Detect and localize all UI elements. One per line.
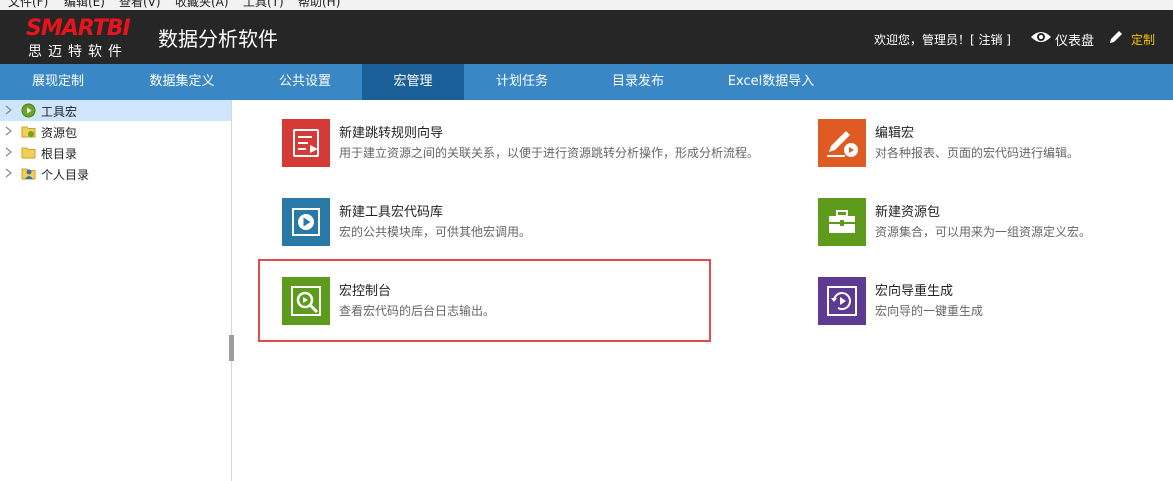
- card-description: 资源集合，可以用来为一组资源定义宏。: [875, 225, 1092, 239]
- tab-catalog-publish[interactable]: 目录发布: [580, 64, 696, 100]
- tab-display-custom[interactable]: 展现定制: [0, 64, 116, 100]
- jump-rule-icon: [282, 119, 330, 167]
- menu-file[interactable]: 文件(F): [8, 0, 48, 10]
- menu-view[interactable]: 查看(V): [119, 0, 161, 10]
- tab-dataset-definition[interactable]: 数据集定义: [116, 64, 248, 100]
- expand-arrow-icon[interactable]: [5, 126, 13, 136]
- card-description: 宏向导的一键重生成: [875, 304, 984, 318]
- tree-label: 工具宏: [41, 105, 78, 119]
- tree-item-resource-pack[interactable]: 资源包: [0, 121, 231, 142]
- dashboard-link[interactable]: 仪表盘: [1055, 30, 1094, 49]
- tree-item-personal-folder[interactable]: 个人目录: [0, 163, 231, 184]
- expand-arrow-icon[interactable]: [5, 105, 13, 115]
- card-description: 对各种报表、页面的宏代码进行编辑。: [875, 146, 1080, 160]
- tab-scheduled-tasks[interactable]: 计划任务: [464, 64, 580, 100]
- card-new-jump-rule[interactable]: 新建跳转规则向导 用于建立资源之间的关联关系，以便于进行资源跳转分析操作，形成分…: [282, 119, 782, 179]
- toolbox-icon: [818, 198, 866, 246]
- resource-tree: 工具宏 资源包 根目录 个人目录: [0, 100, 232, 481]
- card-title: 新建资源包: [875, 205, 941, 220]
- app-title: 数据分析软件: [158, 27, 278, 51]
- menu-edit[interactable]: 编辑(E): [64, 0, 105, 10]
- menu-help[interactable]: 帮助(H): [298, 0, 340, 10]
- menu-favorites[interactable]: 收藏夹(A): [175, 0, 229, 10]
- tree-label: 个人目录: [41, 168, 90, 182]
- browser-menubar: 文件(F) 编辑(E) 查看(V) 收藏夹(A) 工具(T) 帮助(H): [0, 0, 1173, 10]
- card-edit-macro[interactable]: 编辑宏 对各种报表、页面的宏代码进行编辑。: [818, 119, 1138, 179]
- welcome-logout[interactable]: 欢迎您，管理员！[ 注销 ]: [874, 31, 1011, 48]
- card-title: 编辑宏: [875, 126, 915, 141]
- card-new-resource-pack[interactable]: 新建资源包 资源集合，可以用来为一组资源定义宏。: [818, 198, 1138, 258]
- regenerate-icon: [818, 277, 866, 325]
- pencil-icon[interactable]: [1108, 29, 1124, 45]
- main-nav: 展现定制 数据集定义 公共设置 宏管理 计划任务 目录发布 Excel数据导入: [0, 64, 1173, 100]
- expand-arrow-icon[interactable]: [5, 168, 13, 178]
- logo-text: SMARTBI: [26, 16, 131, 41]
- tab-public-settings[interactable]: 公共设置: [248, 64, 362, 100]
- sidebar-splitter[interactable]: [229, 335, 234, 361]
- personal-folder-icon: [21, 168, 36, 180]
- tree-item-root-folder[interactable]: 根目录: [0, 142, 231, 163]
- card-regenerate-macro-wizard[interactable]: 宏向导重生成 宏向导的一键重生成: [818, 277, 1138, 337]
- card-new-macro-library[interactable]: 新建工具宏代码库 宏的公共模块库，可供其他宏调用。: [282, 198, 682, 258]
- highlight-box: [258, 259, 711, 342]
- card-title: 新建跳转规则向导: [339, 126, 444, 141]
- card-description: 用于建立资源之间的关联关系，以便于进行资源跳转分析操作，形成分析流程。: [339, 146, 760, 160]
- macro-library-icon: [282, 198, 330, 246]
- expand-arrow-icon[interactable]: [5, 147, 13, 157]
- tree-item-tool-macro[interactable]: 工具宏: [0, 100, 231, 121]
- tool-macro-icon: [21, 103, 36, 118]
- tab-excel-import[interactable]: Excel数据导入: [696, 64, 846, 100]
- edit-macro-icon: [818, 119, 866, 167]
- tab-macro-management[interactable]: 宏管理: [362, 64, 464, 100]
- card-title: 新建工具宏代码库: [339, 205, 444, 220]
- eye-icon[interactable]: [1030, 30, 1052, 44]
- menu-tools[interactable]: 工具(T): [243, 0, 284, 10]
- card-title: 宏向导重生成: [875, 284, 954, 299]
- resource-pack-icon: [21, 126, 36, 138]
- folder-icon: [21, 147, 36, 159]
- app-header: SMARTBI 思迈特软件 数据分析软件 欢迎您，管理员！[ 注销 ] 仪表盘 …: [0, 10, 1173, 64]
- card-description: 宏的公共模块库，可供其他宏调用。: [339, 225, 532, 239]
- smartbi-logo: SMARTBI 思迈特软件: [26, 16, 146, 60]
- tree-label: 根目录: [41, 147, 78, 161]
- custom-link[interactable]: 定制: [1131, 31, 1155, 48]
- logo-subtext: 思迈特软件: [28, 44, 128, 60]
- tree-label: 资源包: [41, 126, 78, 140]
